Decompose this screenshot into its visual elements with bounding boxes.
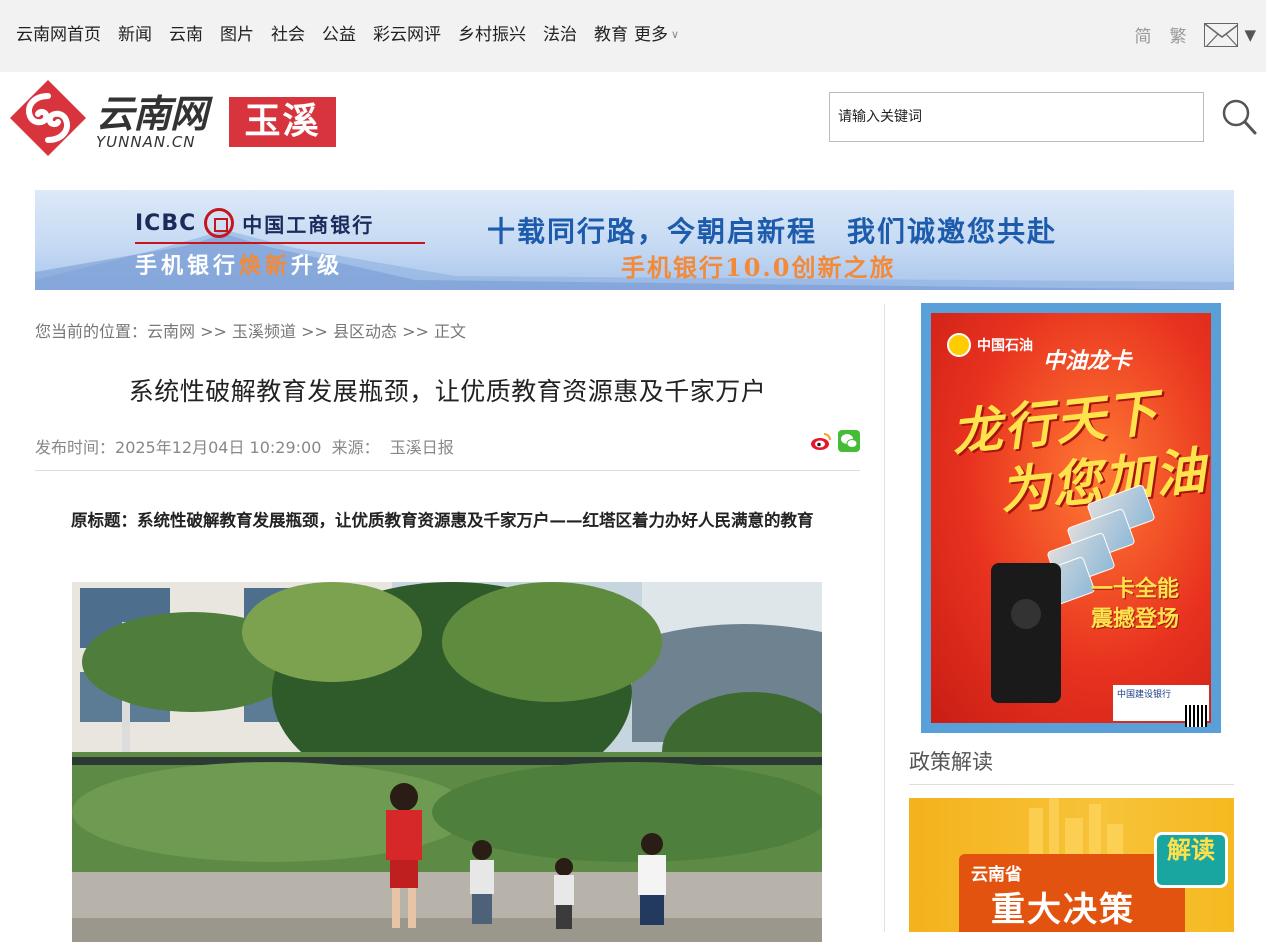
banner-mobile-suffix: 升级 [291, 254, 344, 279]
nav-link-news[interactable]: 新闻 [118, 24, 152, 46]
banner-slogan-main: 十载同行路，今朝启新程 我们诚邀您共赴 [487, 215, 1058, 248]
publish-label: 发布时间： [35, 438, 116, 457]
top-nav-tools: 简 繁 ▼ [1134, 22, 1256, 47]
breadcrumb-item-county[interactable]: 县区动态 [333, 322, 397, 341]
ad-etc-device-graphic [991, 563, 1061, 703]
petrochina-card-ad[interactable]: 中国石油 中油龙卡 龙行天下 为您加油 一卡全能 震撼登场 中国建设银行 [921, 303, 1221, 733]
share-buttons [810, 430, 860, 452]
breadcrumb-prefix: 您当前的位置： [35, 322, 148, 341]
column-separator [884, 304, 885, 932]
top-nav: 云南网首页 新闻 云南 图片 社会 公益 彩云网评 乡村振兴 法治 教育 更多 … [0, 0, 1266, 72]
icbc-banner-ad[interactable]: ICBC 中国工商银行 手机银行焕新升级 十载同行路，今朝启新程 我们诚邀您共赴… [35, 190, 1234, 290]
breadcrumb: 您当前的位置：云南网 >> 玉溪频道 >> 县区动态 >> 正文 [35, 318, 466, 342]
logo-english: YUNNAN.CN [96, 133, 196, 151]
nav-link-photos[interactable]: 图片 [220, 24, 254, 46]
logo-chinese: 云南网 [96, 91, 208, 136]
source-label: 来源： [331, 438, 380, 457]
nav-link-commentary[interactable]: 彩云网评 [373, 24, 441, 46]
policy-section-title[interactable]: 政策解读 [909, 746, 993, 776]
ad-slogan-block: 一卡全能 震撼登场 [1091, 575, 1179, 635]
search-input[interactable] [830, 93, 1203, 141]
ad-bank-name: 中国建设银行 [1117, 690, 1172, 700]
ad-slogan-line3: 一卡全能 [1091, 577, 1180, 602]
banner-slogan-sub: 手机银行10.0创新之旅 [621, 253, 896, 282]
breadcrumb-separator: >> [397, 322, 435, 341]
policy-interpretation-ad[interactable]: 云南省 重大决策 解读 [909, 798, 1234, 932]
banner-mobile-prefix: 手机银行 [135, 254, 240, 279]
breadcrumb-separator: >> [195, 322, 233, 341]
weibo-icon[interactable] [810, 430, 832, 452]
article-meta: 发布时间：2025年12月04日 10:29:00 来源： 玉溪日报 [35, 434, 454, 458]
article-lead: 原标题：系统性破解教育发展瓶颈，让优质教育资源惠及千家万户——红塔区着力办好人民… [71, 511, 814, 530]
breadcrumb-separator: >> [296, 322, 334, 341]
breadcrumb-item-current: 正文 [434, 322, 467, 341]
nav-link-education[interactable]: 教育 [594, 24, 628, 46]
qr-code-icon [1185, 705, 1207, 727]
icbc-en: ICBC [135, 210, 197, 236]
site-logo-text[interactable]: 云南网 YUNNAN.CN [96, 91, 208, 151]
article-title: 系统性破解教育发展瓶颈，让优质教育资源惠及千家万户 [128, 377, 767, 406]
banner-divider [135, 242, 425, 244]
ad2-line2: 重大决策 [991, 890, 1135, 930]
top-nav-links: 云南网首页 新闻 云南 图片 社会 公益 彩云网评 乡村振兴 法治 教育 更多 … [16, 24, 679, 46]
nav-link-society[interactable]: 社会 [271, 24, 305, 46]
nav-link-law[interactable]: 法治 [543, 24, 577, 46]
petrochina-logo-icon [947, 333, 971, 357]
nav-link-rural[interactable]: 乡村振兴 [458, 24, 526, 46]
ad-card-name: 中油龙卡 [1043, 349, 1132, 374]
ad-background: 中国石油 中油龙卡 龙行天下 为您加油 一卡全能 震撼登场 中国建设银行 [931, 313, 1211, 727]
breadcrumb-item-yuxi[interactable]: 玉溪频道 [232, 322, 296, 341]
nav-link-home[interactable]: 云南网首页 [16, 24, 101, 46]
yunnan-logo-icon[interactable] [8, 78, 88, 158]
icbc-seal-icon [204, 208, 235, 238]
mail-dropdown-icon[interactable]: ▼ [1244, 26, 1256, 44]
banner-mobile-highlight: 焕新 [239, 254, 292, 279]
chevron-down-icon: ∨ [671, 28, 680, 41]
icbc-logo: ICBC 中国工商银行 [135, 208, 374, 238]
lang-simplified-button[interactable]: 简 [1134, 22, 1151, 47]
search-box [829, 92, 1204, 142]
meta-divider [35, 470, 860, 471]
site-header: 云南网 YUNNAN.CN 玉溪 [0, 72, 1266, 182]
article-photo[interactable] [72, 582, 822, 942]
ad-brand-name: 中国石油 [977, 338, 1033, 354]
banner-mobile-upgrade: 手机银行焕新升级 [135, 248, 343, 280]
mail-icon[interactable] [1204, 22, 1239, 47]
channel-badge[interactable]: 玉溪 [229, 97, 336, 147]
nav-link-charity[interactable]: 公益 [322, 24, 356, 46]
lang-traditional-button[interactable]: 繁 [1169, 22, 1186, 47]
wechat-icon[interactable] [838, 430, 860, 452]
nav-link-yunnan[interactable]: 云南 [169, 24, 203, 46]
ad2-badge: 解读 [1154, 832, 1228, 888]
icbc-cn: 中国工商银行 [242, 212, 375, 237]
policy-section-divider [909, 784, 1234, 785]
breadcrumb-item-yunnan[interactable]: 云南网 [147, 322, 195, 341]
ad-slogan-line4: 震撼登场 [1091, 607, 1180, 632]
nav-more-label: 更多 [634, 25, 668, 45]
nav-more-menu[interactable]: 更多 ∨ [634, 24, 679, 46]
publish-time: 2025年12月04日 10:29:00 [115, 438, 322, 457]
search-icon[interactable] [1220, 98, 1258, 136]
source-name: 玉溪日报 [389, 438, 454, 457]
ad-brand: 中国石油 [947, 333, 1033, 357]
